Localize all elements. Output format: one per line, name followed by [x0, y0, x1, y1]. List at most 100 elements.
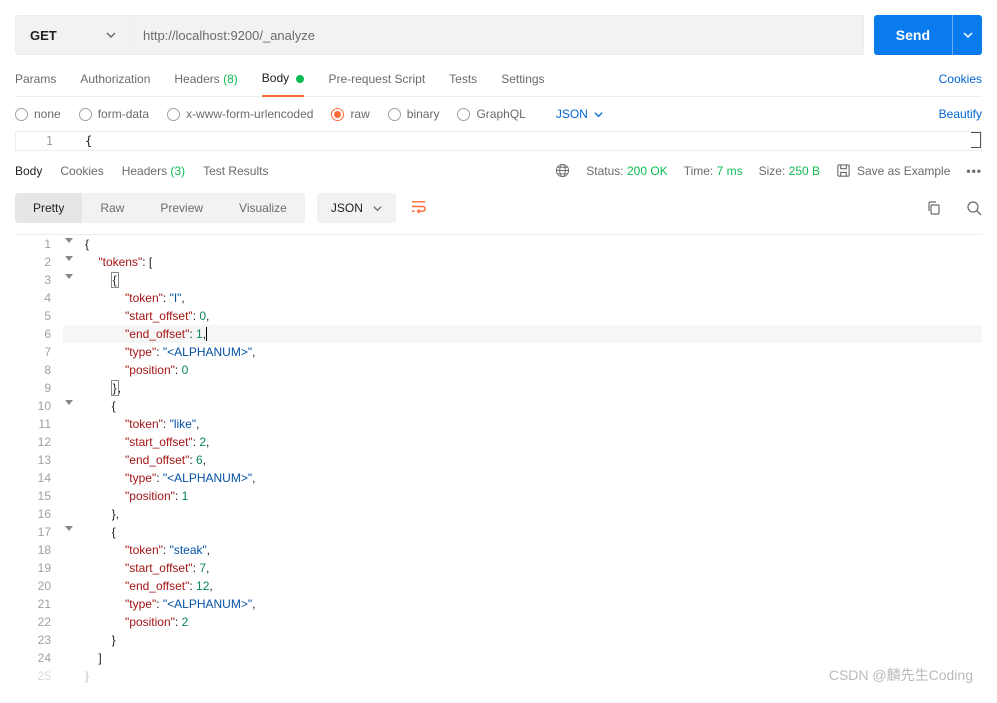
json-line[interactable]: 2 "tokens": [	[15, 253, 982, 271]
json-line[interactable]: 17 {	[15, 523, 982, 541]
line-content: },	[85, 505, 982, 523]
radio-none[interactable]: none	[15, 107, 61, 121]
radio-xwww[interactable]: x-www-form-urlencoded	[167, 107, 313, 121]
viewer-language-select[interactable]: JSON	[317, 193, 396, 223]
fold-gutter[interactable]	[63, 433, 85, 451]
json-line[interactable]: 10 {	[15, 397, 982, 415]
json-line[interactable]: 13 "end_offset": 6,	[15, 451, 982, 469]
fold-gutter[interactable]	[63, 505, 85, 523]
fold-gutter[interactable]	[63, 415, 85, 433]
json-line[interactable]: 22 "position": 2	[15, 613, 982, 631]
url-input[interactable]	[130, 15, 864, 55]
globe-icon[interactable]	[555, 163, 570, 178]
json-line[interactable]: 21 "type": "<ALPHANUM>",	[15, 595, 982, 613]
tab-body-indicator	[296, 75, 304, 83]
fold-gutter[interactable]	[63, 397, 85, 415]
json-line[interactable]: 7 "type": "<ALPHANUM>",	[15, 343, 982, 361]
fold-gutter[interactable]	[63, 613, 85, 631]
tab-headers[interactable]: Headers (8)	[174, 66, 237, 96]
tab-params[interactable]: Params	[15, 66, 56, 96]
send-dropdown[interactable]	[952, 15, 982, 55]
json-line[interactable]: 4 "token": "I",	[15, 289, 982, 307]
json-line[interactable]: 14 "type": "<ALPHANUM>",	[15, 469, 982, 487]
resp-tab-headers[interactable]: Headers (3)	[122, 164, 185, 178]
copy-icon[interactable]	[926, 200, 942, 216]
seg-pretty[interactable]: Pretty	[15, 193, 82, 223]
json-line[interactable]: 8 "position": 0	[15, 361, 982, 379]
json-line[interactable]: 9 },	[15, 379, 982, 397]
json-line[interactable]: 11 "token": "like",	[15, 415, 982, 433]
seg-preview[interactable]: Preview	[142, 193, 221, 223]
json-line[interactable]: 23 }	[15, 631, 982, 649]
response-json-viewer[interactable]: 1{2 "tokens": [3 {4 "token": "I",5 "star…	[15, 234, 982, 685]
tab-prerequest[interactable]: Pre-request Script	[328, 66, 425, 96]
fold-gutter[interactable]	[63, 523, 85, 541]
fold-gutter[interactable]	[63, 649, 85, 667]
tab-authorization[interactable]: Authorization	[80, 66, 150, 96]
json-line[interactable]: 15 "position": 1	[15, 487, 982, 505]
tab-settings[interactable]: Settings	[501, 66, 544, 96]
fold-gutter[interactable]	[63, 541, 85, 559]
json-line[interactable]: 3 {	[15, 271, 982, 289]
json-line[interactable]: 18 "token": "steak",	[15, 541, 982, 559]
json-line[interactable]: 24 ]	[15, 649, 982, 667]
json-line[interactable]: 16 },	[15, 505, 982, 523]
line-content: }	[85, 631, 982, 649]
json-line[interactable]: 19 "start_offset": 7,	[15, 559, 982, 577]
line-number: 20	[15, 577, 63, 595]
fold-gutter[interactable]	[63, 325, 85, 343]
json-line[interactable]: 1{	[15, 235, 982, 253]
fold-gutter[interactable]	[63, 271, 85, 289]
fold-gutter[interactable]	[63, 667, 85, 685]
fold-gutter[interactable]	[63, 595, 85, 613]
resp-tab-testresults[interactable]: Test Results	[203, 164, 268, 178]
tab-body[interactable]: Body	[262, 65, 305, 97]
fold-gutter[interactable]	[63, 577, 85, 595]
fold-gutter[interactable]	[63, 289, 85, 307]
resp-tab-cookies[interactable]: Cookies	[60, 164, 103, 178]
fold-gutter[interactable]	[63, 343, 85, 361]
request-body-editor[interactable]: 1 {	[15, 131, 982, 151]
body-language-select[interactable]: JSON	[556, 107, 603, 121]
resp-tab-body[interactable]: Body	[15, 164, 42, 178]
save-as-example[interactable]: Save as Example	[836, 163, 950, 178]
fold-gutter[interactable]	[63, 469, 85, 487]
cookies-link[interactable]: Cookies	[939, 66, 982, 96]
seg-raw[interactable]: Raw	[82, 193, 142, 223]
line-content: "position": 2	[85, 613, 982, 631]
json-line[interactable]: 25}	[15, 667, 982, 685]
seg-visualize[interactable]: Visualize	[221, 193, 305, 223]
line-number: 14	[15, 469, 63, 487]
fold-gutter[interactable]	[63, 379, 85, 397]
fold-gutter[interactable]	[63, 487, 85, 505]
fold-gutter[interactable]	[63, 559, 85, 577]
line-number: 3	[15, 271, 63, 289]
fold-gutter[interactable]	[63, 361, 85, 379]
method-value: GET	[30, 28, 57, 43]
line-number: 16	[15, 505, 63, 523]
radio-binary[interactable]: binary	[388, 107, 440, 121]
radio-graphql[interactable]: GraphQL	[457, 107, 525, 121]
line-content: "token": "steak",	[85, 541, 982, 559]
json-line[interactable]: 5 "start_offset": 0,	[15, 307, 982, 325]
beautify-link[interactable]: Beautify	[939, 107, 982, 121]
send-button[interactable]: Send	[874, 15, 952, 55]
json-line[interactable]: 6 "end_offset": 1,	[15, 325, 982, 343]
fold-gutter[interactable]	[63, 631, 85, 649]
method-select[interactable]: GET	[15, 15, 130, 55]
line-content: "position": 1	[85, 487, 982, 505]
fold-gutter[interactable]	[63, 307, 85, 325]
fold-gutter[interactable]	[63, 451, 85, 469]
json-line[interactable]: 12 "start_offset": 2,	[15, 433, 982, 451]
wrap-lines-toggle[interactable]	[404, 192, 433, 224]
json-line[interactable]: 20 "end_offset": 12,	[15, 577, 982, 595]
tab-tests[interactable]: Tests	[449, 66, 477, 96]
radio-formdata[interactable]: form-data	[79, 107, 149, 121]
fold-gutter[interactable]	[63, 253, 85, 271]
more-actions[interactable]: •••	[966, 164, 982, 178]
radio-raw[interactable]: raw	[331, 107, 369, 121]
search-icon[interactable]	[966, 200, 982, 216]
fold-gutter[interactable]	[63, 235, 85, 253]
line-number: 15	[15, 487, 63, 505]
wrap-icon	[410, 198, 427, 215]
